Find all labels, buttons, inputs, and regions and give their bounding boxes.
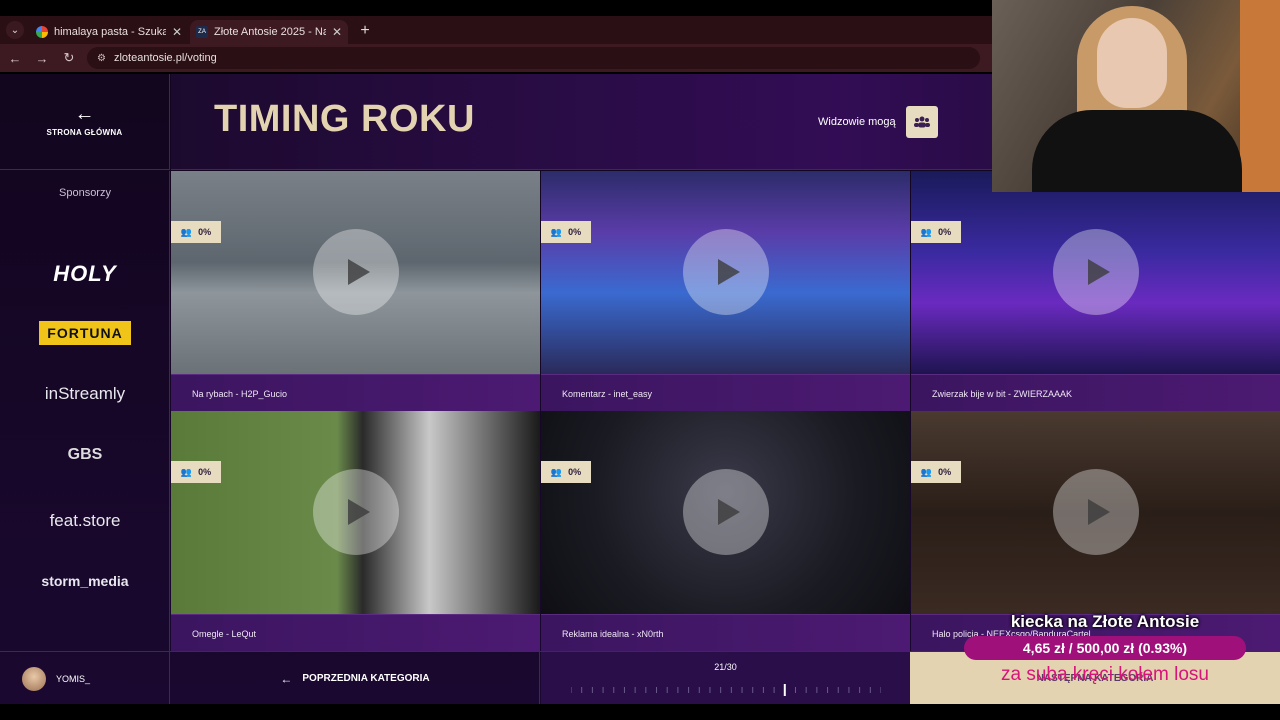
donation-progress-bar: 4,65 zł / 500,00 zł (0.93%) xyxy=(964,636,1246,660)
video-grid: 👥 0% Na rybach - H2P_Gucio 👥 0% Komentarz … xyxy=(171,171,1280,651)
play-icon[interactable] xyxy=(683,469,769,555)
play-icon[interactable] xyxy=(1053,469,1139,555)
video-card[interactable]: 👥 0% Komentarz - inet_easy xyxy=(541,171,910,411)
sponsors-sidebar: Sponsorzy HOLY FORTUNA inStreamly GBS fe… xyxy=(0,171,170,651)
video-caption: Zwierzak bije w bit - ZWIERZAAAK xyxy=(911,374,1280,411)
users-icon: 👥 xyxy=(550,466,563,477)
viewers-label: Widzowie mogą xyxy=(818,116,896,128)
address-bar[interactable]: ⚙ zloteantosie.pl/voting xyxy=(87,47,980,69)
video-card[interactable]: 👥 0% Reklama idealna - xN0rth xyxy=(541,411,910,651)
close-icon[interactable]: ✕ xyxy=(172,25,182,39)
tab-title: Złote Antosie 2025 - Największ xyxy=(214,26,326,38)
sponsor-holy-logo[interactable]: HOLY xyxy=(0,261,170,287)
category-title: TIMING ROKU xyxy=(214,98,475,140)
play-icon[interactable] xyxy=(1053,229,1139,315)
video-card[interactable]: 👥 0% Zwierzak bije w bit - ZWIERZAAAK xyxy=(911,171,1280,411)
reload-icon[interactable]: ↻ xyxy=(57,46,81,70)
avatar xyxy=(22,666,46,691)
users-icon: 👥 xyxy=(180,466,193,477)
users-icon: 👥 xyxy=(180,226,193,237)
webcam-overlay xyxy=(992,0,1280,192)
vote-percent-badge: 👥 0% xyxy=(541,461,591,483)
sponsor-gbs-logo[interactable]: GBS xyxy=(0,446,170,464)
play-icon[interactable] xyxy=(313,229,399,315)
vote-percent-badge: 👥 0% xyxy=(911,461,961,483)
users-icon[interactable] xyxy=(905,106,938,138)
bottom-letterbox xyxy=(0,704,1280,720)
user-profile[interactable]: YOMIS_ xyxy=(0,652,170,705)
donation-title: kiecka na Złote Antosie xyxy=(1010,612,1200,631)
vote-percent-badge: 👥 0% xyxy=(541,221,591,243)
back-icon[interactable]: ← xyxy=(3,46,27,70)
close-icon[interactable]: ✕ xyxy=(332,25,342,39)
sponsor-featstore-logo[interactable]: feat.store xyxy=(0,511,170,531)
previous-category-button[interactable]: ← POPRZEDNIA KATEGORIA xyxy=(171,652,540,705)
home-button[interactable]: ← STRONA GŁÓWNA xyxy=(0,74,170,170)
browser-tab-2[interactable]: ZA Złote Antosie 2025 - Największ ✕ xyxy=(190,20,348,44)
webcam-person-body xyxy=(1032,110,1242,192)
za-icon: ZA xyxy=(196,26,208,38)
category-progress: 21/30 xyxy=(541,652,910,705)
sponsor-fortuna-logo[interactable]: FORTUNA xyxy=(0,321,170,345)
previous-category-label: POPRZEDNIA KATEGORIA xyxy=(302,673,430,684)
google-icon xyxy=(36,26,48,38)
new-tab-button[interactable]: + xyxy=(354,20,376,42)
tab-search-button[interactable]: ⌄ xyxy=(6,21,24,39)
play-icon[interactable] xyxy=(683,229,769,315)
webcam-person-face xyxy=(1097,18,1167,108)
browser-tab-1[interactable]: himalaya pasta - Szukaj w Goog ✕ xyxy=(30,20,188,44)
arrow-left-icon: ← xyxy=(74,103,95,125)
url-text: zloteantosie.pl/voting xyxy=(113,52,217,64)
tab-title: himalaya pasta - Szukaj w Goog xyxy=(54,26,166,38)
users-icon: 👥 xyxy=(920,226,933,237)
video-caption: Omegle - LeQut xyxy=(171,614,540,651)
home-label: STRONA GŁÓWNA xyxy=(46,128,123,137)
sponsor-instreamly-logo[interactable]: inStreamly xyxy=(0,384,170,404)
vote-percent: 0% xyxy=(938,227,952,237)
users-icon: 👥 xyxy=(550,226,563,237)
video-caption: Reklama idealna - xN0rth xyxy=(541,614,910,651)
vote-percent: 0% xyxy=(198,227,212,237)
video-caption: Na rybach - H2P_Gucio xyxy=(171,374,540,411)
forward-icon[interactable]: → xyxy=(30,46,54,70)
video-card[interactable]: 👥 0% Na rybach - H2P_Gucio xyxy=(171,171,540,411)
vote-percent-badge: 👥 0% xyxy=(171,221,221,243)
donation-goal-overlay: kiecka na Złote Antosie 4,65 zł / 500,00… xyxy=(955,612,1255,692)
donation-amount: 4,65 zł / 500,00 zł (0.93%) xyxy=(1022,640,1188,656)
video-caption: Komentarz - inet_easy xyxy=(541,374,910,411)
vote-percent: 0% xyxy=(568,227,582,237)
sponsors-heading: Sponsorzy xyxy=(59,187,111,199)
site-info-icon[interactable]: ⚙ xyxy=(97,53,106,64)
username: YOMIS_ xyxy=(56,673,91,684)
donation-subtitle: za suba kręci kołem losu xyxy=(1000,664,1210,685)
vote-percent-badge: 👥 0% xyxy=(911,221,961,243)
sponsor-fortuna-label: FORTUNA xyxy=(39,321,131,345)
viewers-can-vote: Widzowie mogą xyxy=(818,106,938,138)
play-icon[interactable] xyxy=(313,469,399,555)
sponsor-stormmedia-logo[interactable]: storm_media xyxy=(0,573,170,589)
progress-ticks xyxy=(571,684,881,696)
arrow-left-icon: ← xyxy=(280,671,293,686)
webcam-shelf xyxy=(1240,0,1280,192)
vote-percent: 0% xyxy=(568,467,582,477)
video-card[interactable]: 👥 0% Omegle - LeQut xyxy=(171,411,540,651)
vote-percent: 0% xyxy=(938,467,952,477)
vote-percent-badge: 👥 0% xyxy=(171,461,221,483)
users-icon: 👥 xyxy=(920,466,933,477)
vote-percent: 0% xyxy=(198,467,212,477)
progress-counter: 21/30 xyxy=(714,662,737,672)
